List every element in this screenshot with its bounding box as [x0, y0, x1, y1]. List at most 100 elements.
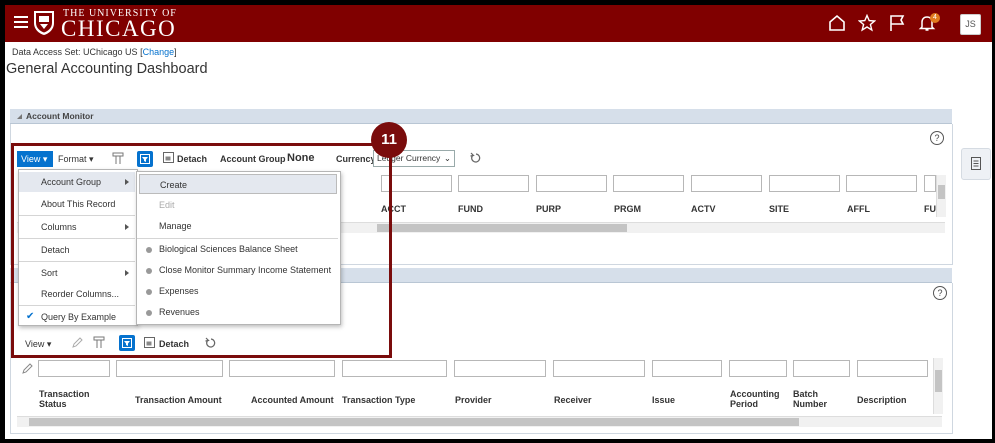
filter-fu[interactable]: [924, 175, 936, 192]
column-header-batch-number[interactable]: Batch Number: [793, 389, 843, 409]
format-menu-button[interactable]: Format ▾: [58, 154, 94, 165]
change-link[interactable]: Change: [143, 47, 175, 57]
user-avatar[interactable]: JS: [960, 14, 981, 35]
journals-query-by-example-button[interactable]: [119, 335, 135, 351]
logo-main-text: CHICAGO: [61, 16, 177, 41]
menu-item-columns[interactable]: Columns: [19, 217, 135, 237]
favorites-star-icon[interactable]: [858, 14, 876, 32]
menu-item-group-biological-sciences[interactable]: Biological Sciences Balance Sheet: [137, 239, 338, 259]
flag-icon[interactable]: [888, 14, 906, 32]
data-access-label: Data Access Set: UChicago US: [12, 47, 138, 57]
filter-provider[interactable]: [454, 360, 546, 377]
filter-accounting-period[interactable]: [729, 360, 787, 377]
radio-dot-icon: [146, 267, 152, 274]
column-header-transaction-type[interactable]: Transaction Type: [342, 395, 415, 405]
column-header-affl[interactable]: AFFL: [847, 204, 870, 214]
menu-item-group-close-monitor[interactable]: Close Monitor Summary Income Statement: [137, 260, 338, 280]
column-header-purp[interactable]: PURP: [536, 204, 561, 214]
hamburger-menu-icon[interactable]: [14, 16, 28, 28]
detach-button[interactable]: Detach: [177, 154, 207, 164]
menu-separator: [19, 215, 135, 216]
filter-site[interactable]: [769, 175, 840, 192]
view-menu-button[interactable]: View ▾: [17, 151, 53, 167]
edit-pencil-icon[interactable]: [72, 337, 83, 348]
column-header-accounting-period[interactable]: Accounting Period: [730, 389, 790, 409]
filter-transaction-status[interactable]: [38, 360, 110, 377]
column-header-transaction-amount[interactable]: Transaction Amount: [135, 395, 222, 405]
filter-transaction-amount[interactable]: [116, 360, 223, 377]
view-dropdown-menu: Account Group About This Record Columns …: [18, 169, 138, 326]
menu-item-reorder-columns[interactable]: Reorder Columns...: [19, 284, 135, 304]
column-header-issue[interactable]: Issue: [652, 395, 675, 405]
filter-accounted-amount[interactable]: [229, 360, 335, 377]
column-header-actv[interactable]: ACTV: [691, 204, 716, 214]
menu-item-about-this-record[interactable]: About This Record: [19, 194, 135, 214]
account-monitor-header[interactable]: Account Monitor: [10, 109, 952, 124]
filter-fund[interactable]: [458, 175, 529, 192]
menu-item-group-expenses[interactable]: Expenses: [137, 281, 338, 301]
menu-item-create[interactable]: Create: [139, 174, 337, 194]
column-header-fu[interactable]: FU: [924, 204, 936, 214]
filter-prgm[interactable]: [613, 175, 684, 192]
filter-receiver[interactable]: [553, 360, 645, 377]
journals-detach-button[interactable]: Detach: [159, 339, 189, 349]
filter-transaction-type[interactable]: [342, 360, 447, 377]
refresh-icon[interactable]: [205, 337, 217, 349]
menu-item-sort[interactable]: Sort: [19, 263, 135, 283]
help-icon[interactable]: ?: [930, 131, 944, 145]
hscroll-thumb[interactable]: [29, 418, 799, 426]
freeze-columns-icon[interactable]: [93, 336, 105, 349]
query-by-example-button[interactable]: [137, 151, 153, 167]
column-header-receiver[interactable]: Receiver: [554, 395, 592, 405]
menu-item-edit: Edit: [159, 200, 175, 210]
collapse-triangle-icon[interactable]: [17, 114, 22, 119]
filter-issue[interactable]: [652, 360, 722, 377]
freeze-columns-icon[interactable]: [112, 152, 124, 165]
column-header-prgm[interactable]: PRGM: [614, 204, 641, 214]
column-header-accounted-amount[interactable]: Accounted Amount: [251, 395, 334, 405]
step-number-badge: 11: [371, 122, 407, 158]
detach-icon[interactable]: [144, 337, 155, 348]
radio-dot-icon: [146, 288, 152, 295]
query-icon: [140, 154, 150, 164]
column-header-description[interactable]: Description: [857, 395, 907, 405]
column-header-fund[interactable]: FUND: [458, 204, 483, 214]
filter-affl[interactable]: [846, 175, 917, 192]
journals-vertical-scrollbar[interactable]: [933, 358, 943, 414]
filter-purp[interactable]: [536, 175, 607, 192]
notification-count-badge: 4: [930, 13, 940, 23]
column-header-transaction-status[interactable]: Transaction Status: [39, 389, 109, 409]
menu-item-query-by-example[interactable]: ✔ Query By Example: [19, 307, 135, 327]
group-label: Revenues: [159, 307, 200, 317]
vscroll-thumb[interactable]: [938, 185, 945, 199]
menu-separator: [19, 305, 135, 306]
data-access-set: Data Access Set: UChicago US [Change]: [12, 47, 177, 57]
help-icon[interactable]: ?: [933, 286, 947, 300]
side-panel-toggle[interactable]: [961, 148, 991, 180]
column-header-site[interactable]: SITE: [769, 204, 789, 214]
radio-dot-icon: [146, 309, 152, 316]
currency-label: Currency: [336, 154, 376, 164]
menu-item-manage[interactable]: Manage: [137, 216, 338, 236]
format-label: Format: [58, 154, 87, 164]
column-header-acct[interactable]: ACCT: [381, 204, 406, 214]
account-monitor-vertical-scrollbar[interactable]: [936, 175, 946, 217]
filter-batch-number[interactable]: [793, 360, 850, 377]
refresh-icon[interactable]: [470, 152, 482, 164]
filter-actv[interactable]: [691, 175, 762, 192]
menu-separator: [19, 261, 135, 262]
hscroll-thumb[interactable]: [377, 224, 627, 232]
menu-item-detach[interactable]: Detach: [19, 240, 135, 260]
detach-icon[interactable]: [163, 152, 174, 163]
clear-filter-icon[interactable]: [22, 363, 33, 374]
home-icon[interactable]: [828, 14, 846, 32]
column-header-provider[interactable]: Provider: [455, 395, 492, 405]
filter-description[interactable]: [857, 360, 928, 377]
filter-acct[interactable]: [381, 175, 452, 192]
journals-horizontal-scrollbar[interactable]: [17, 416, 942, 427]
menu-item-columns-label: Columns: [41, 222, 77, 232]
menu-item-account-group[interactable]: Account Group: [19, 172, 135, 192]
menu-item-group-revenues[interactable]: Revenues: [137, 302, 338, 322]
vscroll-thumb[interactable]: [935, 370, 942, 392]
journals-view-menu-button[interactable]: View ▾: [25, 339, 51, 350]
